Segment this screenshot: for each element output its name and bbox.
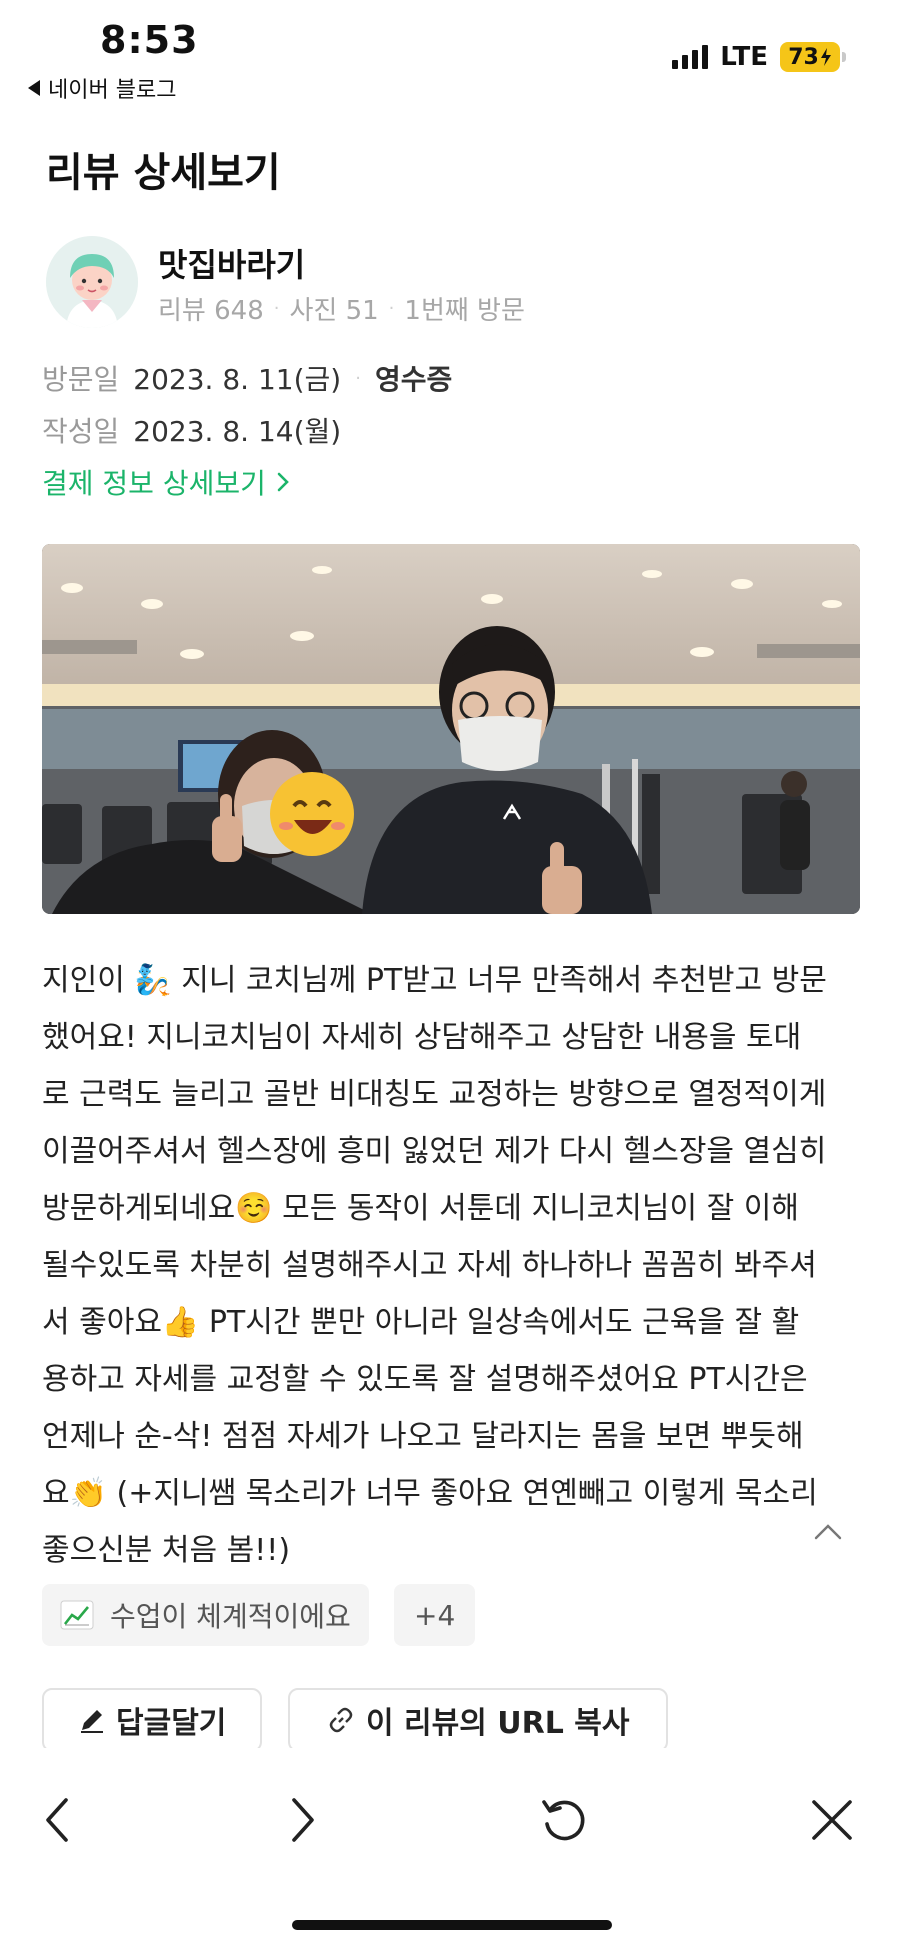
keyword-tag-label: 수업이 체계적이에요 — [110, 1600, 351, 1633]
review-line: 요👏 (+지니쌤 목소리가 너무 좋아요 연옌빼고 이렇게 목소리 — [42, 1476, 818, 1511]
more-tags-label: +4 — [414, 1598, 456, 1632]
visit-date-row: 방문일 2023. 8. 11(금) · 영수증 — [42, 358, 452, 398]
status-indicators: LTE 73 — [672, 42, 846, 72]
review-count: 리뷰 648 — [158, 296, 264, 326]
chevron-up-icon — [814, 1524, 842, 1540]
reload-icon — [542, 1800, 585, 1841]
review-line: 로 근력도 늘리고 골반 비대칭도 교정하는 방향으로 열정적이게 — [42, 1077, 827, 1112]
written-date: 2023. 8. 14(월) — [133, 415, 342, 448]
home-indicator[interactable] — [292, 1920, 612, 1930]
reload-button[interactable] — [534, 1790, 594, 1850]
written-date-label: 작성일 — [42, 415, 120, 448]
reviewer-stats: 리뷰 648 · 사진 51 · 1번째 방문 — [158, 290, 525, 327]
battery-icon: 73 — [780, 42, 846, 72]
close-icon — [812, 1800, 852, 1840]
visit-count: 1번째 방문 — [404, 296, 525, 326]
separator-dot: · — [355, 367, 361, 389]
reply-label: 답글달기 — [116, 1706, 227, 1741]
network-label: LTE — [720, 42, 768, 72]
chevron-right-icon — [277, 472, 289, 492]
page-title: 리뷰 상세보기 — [46, 150, 281, 196]
review-line: 언제나 순-삭! 점점 자세가 나오고 달라지는 몸을 보면 뿌듯해 — [42, 1419, 804, 1454]
chart-up-icon — [60, 1600, 94, 1630]
chevron-right-icon — [292, 1798, 314, 1842]
avatar[interactable] — [46, 236, 138, 328]
reviewer-name[interactable]: 맛집바라기 — [158, 240, 305, 286]
status-bar: 8:53 네이버 블로그 LTE 73 — [0, 0, 900, 110]
payment-info-link[interactable]: 결제 정보 상세보기 — [42, 462, 290, 502]
copy-url-button[interactable]: 이 리뷰의 URL 복사 — [288, 1688, 668, 1752]
photo-count: 사진 51 — [289, 296, 379, 326]
keyword-tag[interactable]: 수업이 체계적이에요 — [42, 1584, 369, 1646]
collapse-review-button[interactable] — [808, 1516, 848, 1546]
battery-level: 73 — [788, 44, 819, 70]
back-to-app-button[interactable]: 네이버 블로그 — [28, 72, 176, 104]
review-line: 용하고 자세를 교정할 수 있도록 잘 설명해주셨어요 PT시간은 — [42, 1362, 808, 1397]
back-button[interactable] — [30, 1790, 90, 1850]
visit-date: 2023. 8. 11(금) — [133, 363, 342, 396]
chevron-left-icon — [46, 1798, 68, 1842]
written-date-row: 작성일 2023. 8. 14(월) — [42, 410, 341, 450]
review-body: 지인이 🧞 지니 코치님께 PT받고 너무 만족해서 추천받고 방문 했어요! … — [42, 952, 862, 1579]
visit-date-label: 방문일 — [42, 363, 120, 396]
clock: 8:53 — [100, 18, 199, 62]
review-line: 방문하게되네요☺️ 모든 동작이 서툰데 지니코치님이 잘 이해 — [42, 1191, 799, 1226]
review-line: 이끌어주셔서 헬스장에 흥미 잃었던 제가 다시 헬스장을 열심히 — [42, 1134, 827, 1169]
signal-icon — [672, 45, 709, 69]
separator-dot: · — [388, 298, 395, 319]
review-line: 될수있도록 차분히 설명해주시고 자세 하나하나 꼼꼼히 봐주셔 — [42, 1248, 817, 1283]
review-line: 했어요! 지니코치님이 자세히 상담해주고 상담한 내용을 토대 — [42, 1020, 802, 1055]
review-line: 지인이 🧞 지니 코치님께 PT받고 너무 만족해서 추천받고 방문 — [42, 963, 827, 998]
browser-toolbar — [0, 1748, 900, 1948]
pencil-icon — [81, 1710, 103, 1733]
payment-info-label: 결제 정보 상세보기 — [42, 467, 266, 500]
more-tags-button[interactable]: +4 — [394, 1584, 476, 1646]
review-line: 좋으신분 처음 봄!!) — [42, 1533, 291, 1568]
back-app-label: 네이버 블로그 — [48, 78, 177, 103]
separator-dot: · — [273, 298, 280, 319]
link-icon — [329, 1707, 353, 1733]
forward-button[interactable] — [272, 1790, 332, 1850]
receipt-badge: 영수증 — [374, 363, 453, 396]
back-triangle-icon — [28, 80, 40, 96]
close-button[interactable] — [802, 1790, 862, 1850]
copy-url-label: 이 리뷰의 URL 복사 — [366, 1706, 630, 1741]
review-line: 서 좋아요👍 PT시간 뿐만 아니라 일상속에서도 근육을 잘 활 — [42, 1305, 800, 1340]
review-photo[interactable] — [42, 544, 860, 914]
reply-button[interactable]: 답글달기 — [42, 1688, 263, 1752]
